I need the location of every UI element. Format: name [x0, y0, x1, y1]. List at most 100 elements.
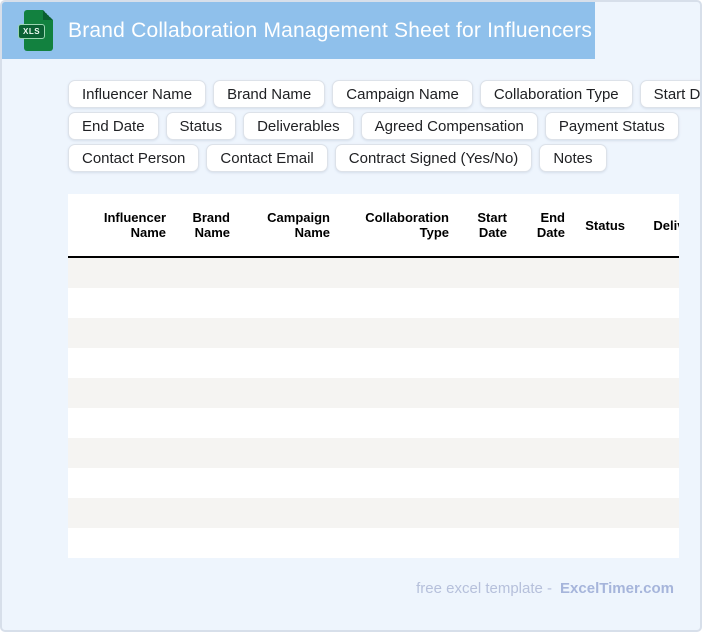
field-chip[interactable]: Influencer Name: [68, 80, 207, 108]
table-row: [68, 438, 679, 468]
table-cell: [573, 468, 633, 498]
table-cell: [238, 378, 338, 408]
field-chip[interactable]: Payment Status: [544, 112, 679, 140]
table-cell: [174, 318, 238, 348]
table-cell: [238, 528, 338, 558]
table-cell: [573, 348, 633, 378]
table-cell: [68, 378, 174, 408]
table-cell: [238, 468, 338, 498]
table-cell: [457, 378, 515, 408]
table-cell: [68, 257, 174, 288]
template-preview-page: XLS Brand Collaboration Management Sheet…: [0, 0, 702, 632]
table-cell: [238, 408, 338, 438]
table-cell: [515, 408, 573, 438]
table-cell: [338, 528, 457, 558]
table-cell: [515, 378, 573, 408]
xls-icon-label: XLS: [18, 24, 46, 39]
table-row: [68, 348, 679, 378]
table-cell: [457, 288, 515, 318]
table-cell: [515, 348, 573, 378]
field-chip[interactable]: Notes: [539, 144, 607, 172]
table-cell: [68, 468, 174, 498]
table-cell: [573, 528, 633, 558]
table-cell: [457, 498, 515, 528]
table-cell: [573, 408, 633, 438]
field-chip[interactable]: Contract Signed (Yes/No): [334, 144, 533, 172]
table-cell: [515, 288, 573, 318]
table-cell: [338, 468, 457, 498]
table-cell: [338, 318, 457, 348]
column-header: Brand Name: [174, 194, 238, 258]
table-cell: [68, 408, 174, 438]
table-cell: [338, 288, 457, 318]
title-bar: XLS Brand Collaboration Management Sheet…: [2, 2, 595, 59]
table-cell: [573, 288, 633, 318]
table-cell: [338, 348, 457, 378]
table-row: [68, 318, 679, 348]
table-cell: [174, 438, 238, 468]
field-chip[interactable]: Contact Email: [206, 144, 328, 172]
table-cell: [338, 408, 457, 438]
field-chip[interactable]: End Date: [68, 112, 159, 140]
table-row: [68, 408, 679, 438]
column-header: Status: [573, 194, 633, 258]
column-header: Campaign Name: [238, 194, 338, 258]
table-cell: [573, 438, 633, 468]
column-header: Start Date: [457, 194, 515, 258]
column-header: Influencer Name: [68, 194, 174, 258]
table-cell: [338, 438, 457, 468]
table-cell: [238, 438, 338, 468]
spreadsheet-preview: Influencer Name Brand Name Campaign Name Co…: [68, 194, 679, 558]
table-cell: [457, 408, 515, 438]
column-header: End Date: [515, 194, 573, 258]
table-cell: [573, 318, 633, 348]
footer: free excel template - ExcelTimer.com: [416, 580, 674, 597]
table-cell: [515, 498, 573, 528]
table-row: [68, 468, 679, 498]
table-cell: [515, 257, 573, 288]
table-cell: [515, 438, 573, 468]
table-cell: [68, 288, 174, 318]
table-cell: [633, 348, 679, 378]
field-chip[interactable]: Campaign Name: [332, 80, 473, 108]
table-cell: [457, 318, 515, 348]
table-row: [68, 498, 679, 528]
table-cell: [633, 318, 679, 348]
file-fold-corner: [43, 10, 53, 20]
field-chip[interactable]: Contact Person: [68, 144, 200, 172]
table-row: [68, 378, 679, 408]
field-chip[interactable]: Start Date: [639, 80, 700, 108]
field-chip[interactable]: Collaboration Type: [479, 80, 633, 108]
field-chip[interactable]: Deliverables: [243, 112, 354, 140]
table-row: [68, 288, 679, 318]
column-header: Collaboration Type: [338, 194, 457, 258]
table-cell: [238, 257, 338, 288]
collaboration-table: Influencer Name Brand Name Campaign Name Co…: [68, 194, 679, 558]
footer-brand-link[interactable]: ExcelTimer.com: [560, 580, 674, 597]
table-cell: [633, 408, 679, 438]
field-chip-row: Influencer Name Brand Name Campaign Name Co…: [68, 80, 700, 108]
table-cell: [68, 498, 174, 528]
table-cell: [633, 468, 679, 498]
table-cell: [633, 288, 679, 318]
table-row: [68, 528, 679, 558]
table-cell: [238, 348, 338, 378]
field-chip[interactable]: Status: [165, 112, 237, 140]
table-cell: [238, 318, 338, 348]
field-chip[interactable]: Brand Name: [213, 80, 326, 108]
table-cell: [457, 438, 515, 468]
page-title: Brand Collaboration Management Sheet for…: [68, 18, 593, 42]
table-cell: [174, 348, 238, 378]
table-cell: [515, 528, 573, 558]
table-cell: [68, 438, 174, 468]
table-cell: [633, 378, 679, 408]
field-chip[interactable]: Agreed Compensation: [360, 112, 538, 140]
footer-text: free excel template -: [416, 580, 553, 597]
table-cell: [174, 288, 238, 318]
column-header: Deliverables: [633, 194, 679, 258]
xls-file-icon: XLS: [18, 10, 53, 51]
table-cell: [457, 528, 515, 558]
table-cell: [515, 318, 573, 348]
field-chip-row: Contact Person Contact Email Contract Sign…: [68, 144, 700, 172]
table-cell: [457, 257, 515, 288]
